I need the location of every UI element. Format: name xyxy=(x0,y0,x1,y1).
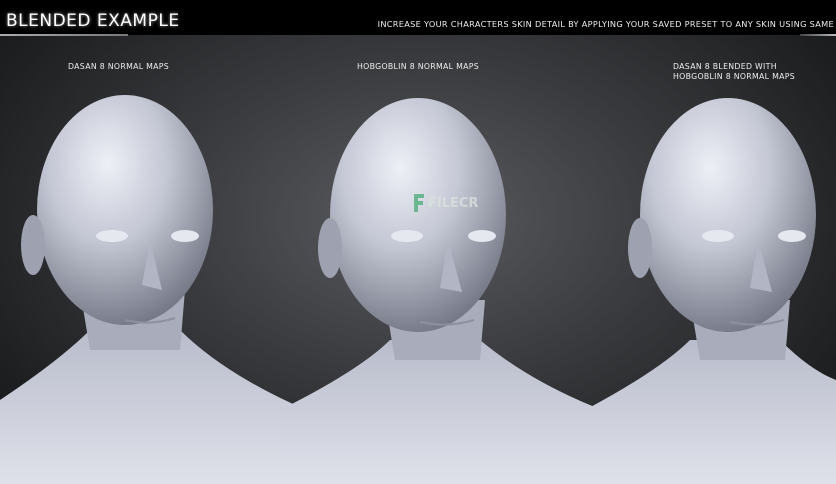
head-render-blended xyxy=(585,98,836,484)
watermark-logo-icon xyxy=(414,194,424,212)
panel-label-blended: DASAN 8 BLENDED WITH HOBGOBLIN 8 NORMAL … xyxy=(673,62,795,82)
tagline-underline xyxy=(800,34,836,36)
panel-label-dasan: DASAN 8 NORMAL MAPS xyxy=(68,62,169,72)
label-line: DASAN 8 NORMAL MAPS xyxy=(68,62,170,71)
label-line: HOBGOBLIN 8 NORMAL MAPS xyxy=(357,62,480,71)
panel-label-hobgoblin: HOBGOBLIN 8 NORMAL MAPS xyxy=(357,62,479,72)
label-line: DASAN 8 BLENDED WITH xyxy=(673,62,777,71)
watermark: FILECR xyxy=(428,196,479,211)
page-title: BLENDED EXAMPLE xyxy=(6,11,180,31)
promo-image: BLENDED EXAMPLE INCREASE YOUR CHARACTERS… xyxy=(0,0,836,484)
title-underline xyxy=(0,34,128,36)
tagline: INCREASE YOUR CHARACTERS SKIN DETAIL BY … xyxy=(377,19,834,29)
label-line: HOBGOBLIN 8 NORMAL MAPS xyxy=(673,72,796,81)
